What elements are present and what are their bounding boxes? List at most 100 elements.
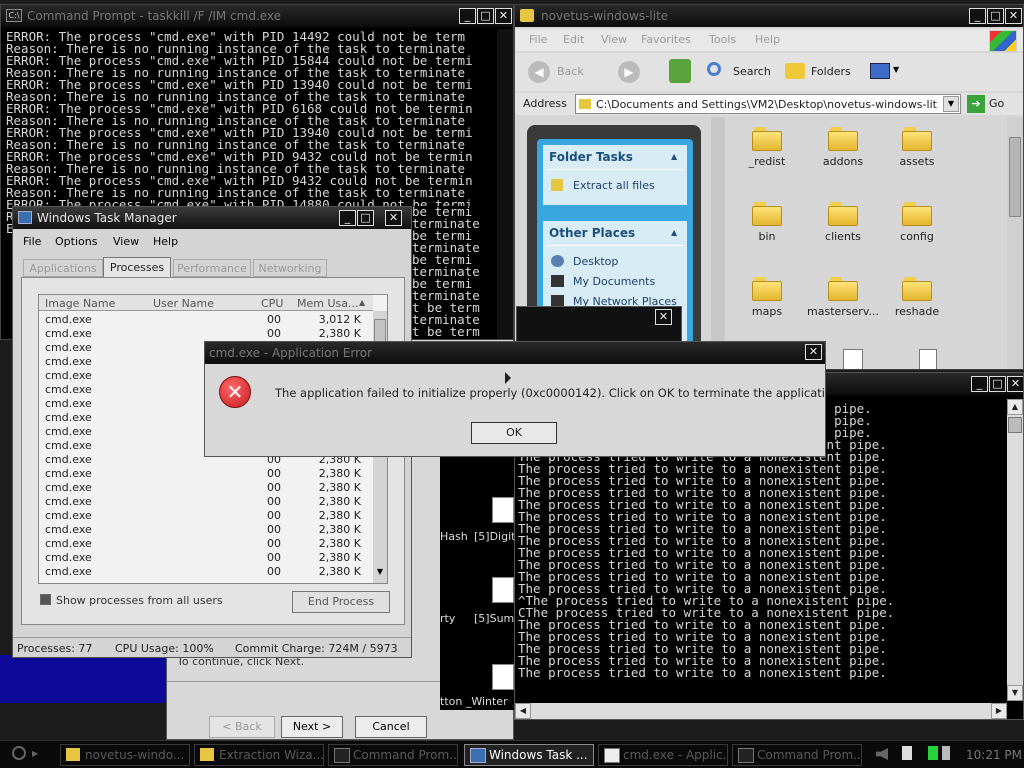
wizard-back-button[interactable]: < Back	[209, 716, 275, 738]
maximize-button[interactable]: □	[357, 210, 374, 226]
desktop-icon[interactable]	[492, 497, 514, 523]
folder-item[interactable]: addons	[803, 127, 883, 168]
tab-networking[interactable]: Networking	[253, 259, 327, 277]
menu-tools[interactable]: Tools	[709, 33, 736, 46]
menu-view[interactable]: View	[601, 33, 627, 46]
taskbar-item-task-manager[interactable]: Windows Task ...	[464, 744, 594, 766]
start-chevron-icon[interactable]: ▶	[32, 749, 38, 758]
chevron-up-icon[interactable]: ▲	[671, 228, 677, 237]
ok-button[interactable]: OK	[471, 422, 557, 444]
column-user-name[interactable]: User Name	[153, 297, 214, 310]
menu-help[interactable]: Help	[755, 33, 780, 46]
taskbar-item-explorer[interactable]: novetus-windo...	[60, 744, 190, 766]
menu-favorites[interactable]: Favorites	[641, 33, 691, 46]
search-button-label[interactable]: Search	[733, 65, 771, 78]
address-input[interactable]: C:\Documents and Settings\VM2\Desktop\no…	[575, 94, 961, 114]
column-cpu[interactable]: CPU	[261, 297, 283, 310]
wizard-cancel-button[interactable]: Cancel	[355, 716, 427, 738]
status-tray-icon[interactable]	[928, 746, 938, 760]
forward-arrow-icon[interactable]: ▶	[618, 61, 640, 83]
folder-item[interactable]: maps	[727, 277, 807, 318]
folder-item[interactable]: bin	[727, 202, 807, 243]
table-row[interactable]: cmd.exe 00 2,380 K	[39, 495, 373, 509]
extract-all-files-link[interactable]: Extract all files	[573, 179, 655, 192]
folder-item[interactable]: masterserv...	[803, 277, 883, 318]
table-row[interactable]: cmd.exe 00 3,012 K	[39, 313, 373, 327]
explorer-titlebar[interactable]: novetus-windows-lite	[515, 5, 1023, 27]
menu-help[interactable]: Help	[153, 235, 178, 248]
chevron-up-icon[interactable]: ▲	[671, 152, 677, 161]
scrollbar[interactable]	[497, 29, 513, 339]
menu-edit[interactable]: Edit	[563, 33, 584, 46]
taskbar-item-application-error[interactable]: cmd.exe - Applic...	[598, 744, 728, 766]
end-process-button[interactable]: End Process	[292, 591, 390, 613]
column-mem-usage[interactable]: Mem Usa...	[297, 297, 358, 310]
scrollbar-thumb[interactable]	[1009, 137, 1021, 217]
file-view-scrollbar[interactable]	[1007, 117, 1023, 369]
minimize-button[interactable]: _	[459, 8, 476, 24]
up-folder-icon[interactable]	[669, 59, 691, 83]
tab-processes[interactable]: Processes	[103, 257, 171, 278]
file-icon[interactable]	[919, 349, 937, 369]
close-button[interactable]: ✕	[385, 210, 402, 226]
maximize-button[interactable]: □	[989, 376, 1006, 392]
table-row[interactable]: cmd.exe 00 2,380 K	[39, 467, 373, 481]
other-places-header[interactable]: Other Places	[549, 226, 635, 240]
vertical-scrollbar[interactable]: ▲ ▼	[1007, 399, 1023, 701]
command-prompt-titlebar[interactable]: C:\ Command Prompt - taskkill /F /IM cmd…	[1, 5, 513, 27]
minimize-button[interactable]: _	[971, 376, 988, 392]
back-arrow-icon[interactable]: ◀	[528, 61, 550, 83]
search-icon[interactable]	[707, 62, 721, 76]
menu-file[interactable]: File	[529, 33, 547, 46]
scroll-down-button[interactable]: ▼	[1007, 685, 1023, 701]
desktop-icon[interactable]	[492, 664, 514, 690]
go-arrow-icon[interactable]: ➔	[967, 95, 985, 113]
file-icon[interactable]	[843, 349, 863, 369]
close-button[interactable]: ✕	[1005, 8, 1022, 24]
wizard-next-button[interactable]: Next >	[281, 716, 343, 738]
maximize-button[interactable]: □	[477, 8, 494, 24]
folder-item[interactable]: clients	[803, 202, 883, 243]
folder-item[interactable]: assets	[877, 127, 957, 168]
table-row[interactable]: cmd.exe 00 2,380 K	[39, 565, 373, 579]
place-desktop-link[interactable]: Desktop	[573, 255, 618, 268]
desktop-icon[interactable]	[492, 577, 514, 603]
place-my-documents-link[interactable]: My Documents	[573, 275, 655, 288]
maximize-button[interactable]: □	[987, 8, 1004, 24]
folder-item[interactable]: config	[877, 202, 957, 243]
folders-icon[interactable]	[785, 63, 805, 79]
chevron-up-icon[interactable]: ▲	[359, 298, 365, 307]
folder-item[interactable]: reshade	[877, 277, 957, 318]
clock[interactable]: 10:21 PM	[966, 748, 1022, 762]
scroll-up-button[interactable]: ▲	[1007, 399, 1023, 415]
taskbar-item-extraction-wizard[interactable]: Extraction Wiza...	[194, 744, 324, 766]
horizontal-scrollbar[interactable]: ◀ ▶	[515, 703, 1007, 719]
application-error-dialog[interactable]: cmd.exe - Application Error ✕ ✕ The appl…	[204, 341, 826, 457]
close-button[interactable]: ✕	[1007, 376, 1023, 392]
scroll-down-icon[interactable]: ▼	[374, 567, 386, 581]
menu-view[interactable]: View	[113, 235, 139, 248]
table-row[interactable]: cmd.exe 00 2,380 K	[39, 551, 373, 565]
minimize-button[interactable]: _	[969, 8, 986, 24]
scroll-left-button[interactable]: ◀	[515, 703, 531, 719]
views-icon[interactable]	[870, 63, 890, 79]
table-row[interactable]: cmd.exe 00 2,380 K	[39, 327, 373, 341]
folders-button-label[interactable]: Folders	[811, 65, 851, 78]
scroll-right-button[interactable]: ▶	[991, 703, 1007, 719]
table-row[interactable]: cmd.exe 00 2,380 K	[39, 481, 373, 495]
folder-item[interactable]: _redist	[727, 127, 807, 168]
close-button[interactable]: ✕	[655, 309, 672, 325]
network-tray-icon[interactable]	[902, 746, 912, 760]
taskbar-item-command-prompt-2[interactable]: Command Prom...	[732, 744, 862, 766]
task-pane-scrollbar[interactable]	[711, 117, 725, 369]
minimize-button[interactable]: _	[339, 210, 356, 226]
folder-tasks-header[interactable]: Folder Tasks	[549, 150, 633, 164]
start-gear-icon[interactable]	[12, 746, 26, 760]
chevron-down-icon[interactable]: ▼	[893, 65, 899, 74]
table-row[interactable]: cmd.exe 00 2,380 K	[39, 537, 373, 551]
table-row[interactable]: cmd.exe 00 2,380 K	[39, 509, 373, 523]
close-button[interactable]: ✕	[805, 344, 822, 360]
column-image-name[interactable]: Image Name	[45, 297, 115, 310]
show-all-users-checkbox[interactable]	[40, 594, 51, 605]
chevron-down-icon[interactable]: ▼	[943, 96, 959, 112]
